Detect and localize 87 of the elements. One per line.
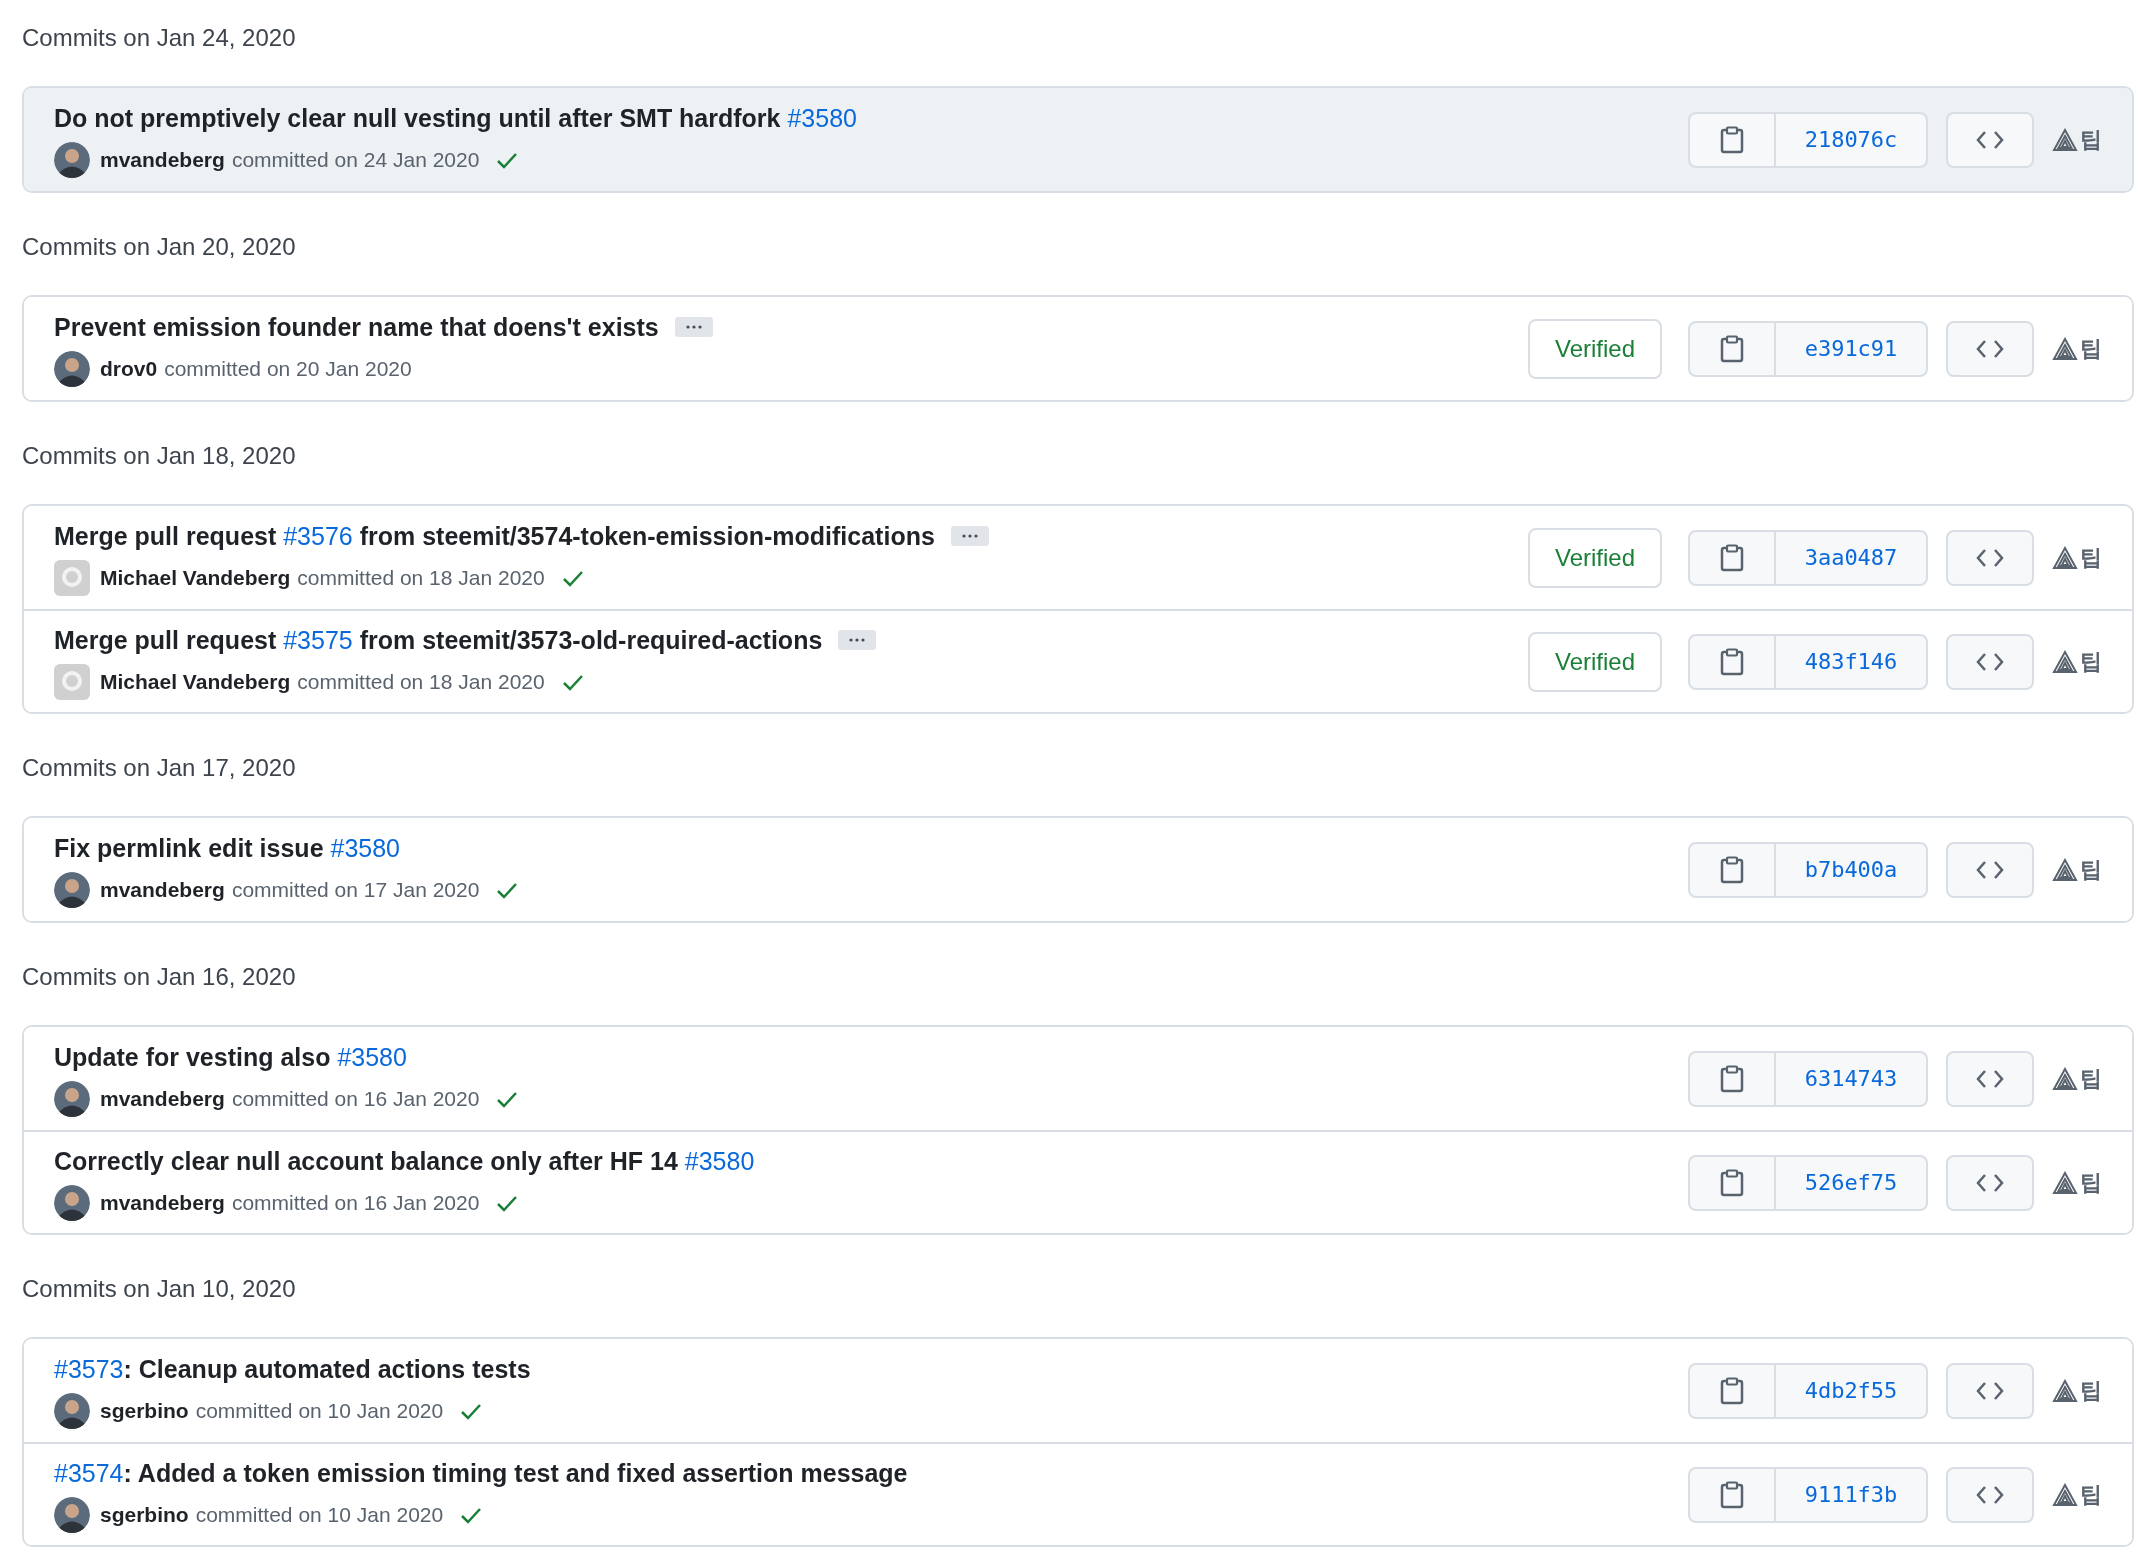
date-heading: Commits on Jan 10, 2020	[22, 1274, 297, 1304]
commit-title[interactable]: Prevent emission founder name that doens't exists	[54, 310, 659, 343]
tip-label[interactable]: 팁	[2080, 332, 2102, 365]
tip-label[interactable]: 팁	[2080, 541, 2102, 574]
code-icon	[1976, 129, 2004, 150]
browse-files-button[interactable]	[1946, 1050, 2034, 1107]
commit-title[interactable]: #3574: Added a token emission timing test and fixed assertion message	[54, 1456, 908, 1489]
author-link[interactable]: Michael Vandeberg	[100, 563, 291, 592]
clipboard-icon	[1719, 855, 1745, 884]
triangle-icon	[2052, 336, 2078, 361]
date-heading: Commits on Jan 24, 2020	[22, 23, 297, 53]
tip-label[interactable]: 팁	[2080, 1166, 2102, 1199]
clipboard-icon	[1719, 125, 1745, 154]
commit-date: committed on 16 Jan 2020	[231, 1085, 480, 1112]
clipboard-icon	[1719, 334, 1745, 363]
clipboard-icon	[1719, 1064, 1745, 1093]
ellipsis-icon	[684, 324, 703, 329]
clipboard-icon	[1719, 1376, 1745, 1405]
author-link[interactable]: drov0	[100, 354, 158, 383]
commit-date: committed on 17 Jan 2020	[231, 876, 480, 903]
clipboard-icon	[1719, 647, 1745, 676]
code-icon	[1976, 651, 2004, 672]
ellipsis-icon	[960, 533, 979, 538]
clipboard-icon	[1719, 1168, 1745, 1197]
expand-button[interactable]	[674, 316, 713, 337]
triangle-icon	[2052, 1378, 2078, 1403]
triangle-icon	[2052, 127, 2078, 152]
commit-title[interactable]: Merge pull request #3576 from steemit/3574-token-emission-modifications	[54, 519, 935, 552]
code-icon	[1976, 1068, 2004, 1089]
commit-date: committed on 18 Jan 2020	[297, 668, 545, 695]
commit-title[interactable]: Update for vesting also #3580	[54, 1040, 407, 1073]
browse-files-button[interactable]	[1946, 1362, 2034, 1419]
browse-files-button[interactable]	[1946, 529, 2034, 586]
expand-button[interactable]	[838, 629, 877, 650]
triangle-icon	[2052, 1482, 2078, 1507]
clipboard-icon	[1719, 543, 1745, 572]
date-heading: Commits on Jan 18, 2020	[22, 441, 297, 471]
author-link[interactable]: mvandeberg	[100, 1188, 225, 1217]
tip-label[interactable]: 팁	[2080, 1478, 2102, 1511]
commit-title[interactable]: Fix permlink edit issue #3580	[54, 831, 400, 864]
commit-date: committed on 10 Jan 2020	[195, 1397, 444, 1424]
code-icon	[1976, 859, 2004, 880]
commit-date: committed on 24 Jan 2020	[231, 146, 480, 173]
browse-files-button[interactable]	[1946, 633, 2034, 690]
commit-date: committed on 20 Jan 2020	[164, 355, 412, 382]
author-link[interactable]: Michael Vandeberg	[100, 667, 291, 696]
ellipsis-icon	[848, 637, 867, 642]
commit-date: committed on 16 Jan 2020	[231, 1189, 480, 1216]
date-heading: Commits on Jan 17, 2020	[22, 753, 297, 783]
author-link[interactable]: mvandeberg	[100, 1084, 225, 1113]
triangle-icon	[2052, 857, 2078, 882]
tip-label[interactable]: 팁	[2080, 123, 2102, 156]
code-icon	[1976, 338, 2004, 359]
triangle-icon	[2052, 1066, 2078, 1091]
author-link[interactable]: mvandeberg	[100, 875, 225, 904]
expand-button[interactable]	[950, 525, 989, 546]
triangle-icon	[2052, 649, 2078, 674]
commit-title[interactable]: Merge pull request #3575 from steemit/3573-old-required-actions	[54, 623, 823, 656]
code-icon	[1976, 1380, 2004, 1401]
date-heading: Commits on Jan 16, 2020	[22, 962, 297, 992]
tip-label[interactable]: 팁	[2080, 853, 2102, 886]
code-icon	[1976, 1172, 2004, 1193]
tip-label[interactable]: 팁	[2080, 645, 2102, 678]
triangle-icon	[2052, 545, 2078, 570]
commit-date: committed on 10 Jan 2020	[195, 1501, 444, 1528]
browse-files-button[interactable]	[1946, 841, 2034, 898]
commit-title[interactable]: Do not premptively clear null vesting until after SMT hardfork #3580	[54, 101, 857, 134]
browse-files-button[interactable]	[1946, 111, 2034, 168]
author-link[interactable]: sgerbino	[100, 1396, 189, 1425]
verified-badge[interactable]: Verified	[1528, 631, 1662, 692]
tip-label[interactable]: 팁	[2080, 1374, 2102, 1407]
clipboard-icon	[1719, 1480, 1745, 1509]
verified-badge[interactable]: Verified	[1528, 318, 1662, 379]
author-link[interactable]: mvandeberg	[100, 145, 225, 174]
code-icon	[1976, 547, 2004, 568]
triangle-icon	[2052, 1170, 2078, 1195]
browse-files-button[interactable]	[1946, 1154, 2034, 1211]
browse-files-button[interactable]	[1946, 320, 2034, 377]
verified-badge[interactable]: Verified	[1528, 527, 1662, 588]
browse-files-button[interactable]	[1946, 1466, 2034, 1523]
date-heading: Commits on Jan 20, 2020	[22, 232, 297, 262]
author-link[interactable]: sgerbino	[100, 1500, 189, 1529]
commit-title[interactable]: Correctly clear null account balance only after HF 14 #3580	[54, 1144, 755, 1177]
code-icon	[1976, 1484, 2004, 1505]
tip-label[interactable]: 팁	[2080, 1062, 2102, 1095]
commit-date: committed on 18 Jan 2020	[297, 564, 545, 591]
commit-title[interactable]: #3573: Cleanup automated actions tests	[54, 1352, 531, 1385]
